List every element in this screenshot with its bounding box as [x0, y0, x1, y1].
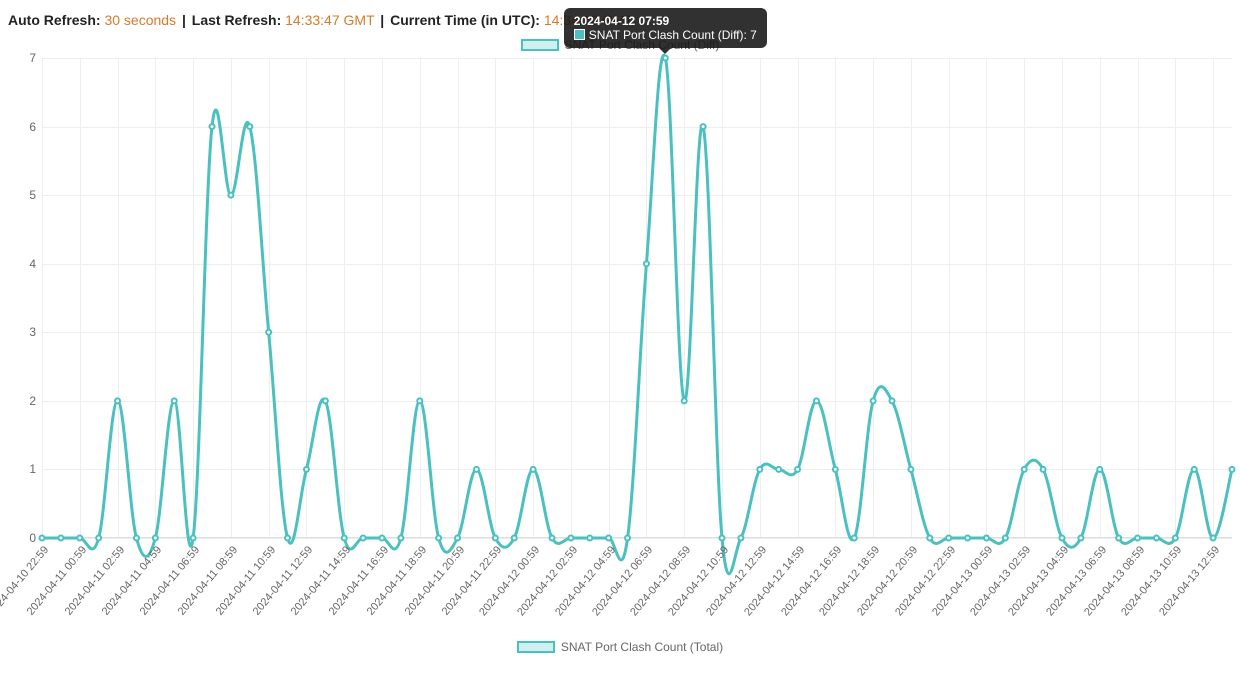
data-point[interactable] [191, 536, 196, 541]
data-point[interactable] [247, 124, 252, 129]
y-tick-label: 6 [8, 120, 36, 134]
data-point[interactable] [776, 467, 781, 472]
data-point[interactable] [927, 536, 932, 541]
y-tick-label: 5 [8, 188, 36, 202]
tooltip-row: SNAT Port Clash Count (Diff): 7 [574, 28, 757, 42]
data-point[interactable] [682, 398, 687, 403]
data-point[interactable] [625, 536, 630, 541]
data-point[interactable] [720, 536, 725, 541]
data-point[interactable] [304, 467, 309, 472]
series-line [42, 55, 1232, 574]
data-point[interactable] [380, 536, 385, 541]
tooltip-title: 2024-04-12 07:59 [574, 14, 757, 28]
data-point[interactable] [1230, 467, 1235, 472]
data-point[interactable] [474, 467, 479, 472]
separator: | [380, 12, 384, 28]
data-point[interactable] [1041, 467, 1046, 472]
y-tick-label: 3 [8, 325, 36, 339]
legend-swatch-icon [521, 39, 559, 51]
data-point[interactable] [757, 467, 762, 472]
data-point[interactable] [568, 536, 573, 541]
data-point[interactable] [1097, 467, 1102, 472]
data-point[interactable] [852, 536, 857, 541]
y-tick-label: 0 [8, 531, 36, 545]
auto-refresh-value: 30 seconds [104, 12, 176, 28]
gridline-horizontal [42, 538, 1232, 539]
data-point[interactable] [77, 536, 82, 541]
data-point[interactable] [814, 398, 819, 403]
legend-bottom-label: SNAT Port Clash Count (Total) [561, 640, 723, 654]
data-point[interactable] [965, 536, 970, 541]
data-point[interactable] [738, 536, 743, 541]
tooltip-caret-icon [659, 48, 671, 54]
data-point[interactable] [606, 536, 611, 541]
data-point[interactable] [1078, 536, 1083, 541]
data-point[interactable] [342, 536, 347, 541]
data-point[interactable] [172, 398, 177, 403]
chart-area[interactable]: 01234567 2024-04-12 07:59 SNAT Port Clas… [8, 58, 1232, 618]
data-point[interactable] [153, 536, 158, 541]
data-point[interactable] [285, 536, 290, 541]
data-point[interactable] [266, 330, 271, 335]
data-point[interactable] [455, 536, 460, 541]
tooltip-swatch-icon [574, 29, 585, 40]
data-point[interactable] [1135, 536, 1140, 541]
current-time-label: Current Time (in UTC): [390, 12, 540, 28]
data-point[interactable] [908, 467, 913, 472]
y-tick-label: 4 [8, 257, 36, 271]
data-point[interactable] [1192, 467, 1197, 472]
data-point[interactable] [587, 536, 592, 541]
last-refresh-label: Last Refresh: [192, 12, 281, 28]
data-point[interactable] [833, 467, 838, 472]
data-point[interactable] [701, 124, 706, 129]
y-tick-label: 2 [8, 394, 36, 408]
data-point[interactable] [1022, 467, 1027, 472]
data-point[interactable] [1060, 536, 1065, 541]
data-point[interactable] [361, 536, 366, 541]
data-point[interactable] [134, 536, 139, 541]
tooltip-series: SNAT Port Clash Count (Diff): 7 [589, 28, 757, 42]
data-point[interactable] [512, 536, 517, 541]
data-point[interactable] [946, 536, 951, 541]
line-series [42, 58, 1232, 537]
data-point[interactable] [417, 398, 422, 403]
data-point[interactable] [228, 193, 233, 198]
last-refresh-value: 14:33:47 GMT [285, 12, 374, 28]
auto-refresh-label: Auto Refresh: [8, 12, 101, 28]
data-point[interactable] [795, 467, 800, 472]
y-tick-label: 7 [8, 51, 36, 65]
legend-bottom[interactable]: SNAT Port Clash Count (Total) [8, 640, 1232, 654]
data-point[interactable] [1154, 536, 1159, 541]
data-point[interactable] [1211, 536, 1216, 541]
data-point[interactable] [58, 536, 63, 541]
data-point[interactable] [323, 398, 328, 403]
data-point[interactable] [436, 536, 441, 541]
tooltip: 2024-04-12 07:59 SNAT Port Clash Count (… [564, 8, 767, 48]
data-point[interactable] [871, 398, 876, 403]
separator: | [182, 12, 186, 28]
data-point[interactable] [644, 261, 649, 266]
data-point[interactable] [663, 56, 668, 61]
data-point[interactable] [1003, 536, 1008, 541]
data-point[interactable] [398, 536, 403, 541]
data-point[interactable] [96, 536, 101, 541]
data-point[interactable] [493, 536, 498, 541]
data-point[interactable] [531, 467, 536, 472]
data-point[interactable] [550, 536, 555, 541]
legend-swatch-icon [517, 641, 555, 653]
y-tick-label: 1 [8, 462, 36, 476]
data-point[interactable] [1116, 536, 1121, 541]
data-point[interactable] [890, 398, 895, 403]
plot-area[interactable]: 2024-04-12 07:59 SNAT Port Clash Count (… [42, 58, 1232, 538]
data-point[interactable] [984, 536, 989, 541]
data-point[interactable] [115, 398, 120, 403]
data-point[interactable] [210, 124, 215, 129]
data-point[interactable] [40, 536, 45, 541]
data-point[interactable] [1173, 536, 1178, 541]
